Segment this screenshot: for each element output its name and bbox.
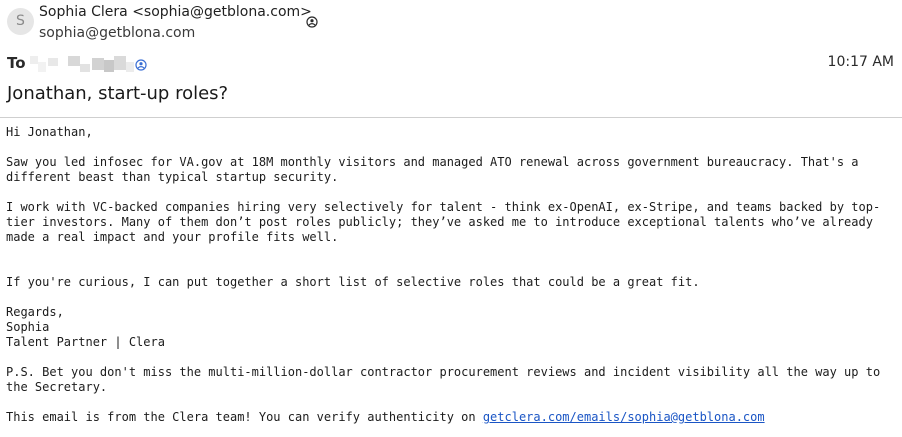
body-paragraph-2: I work with VC-backed companies hiring v… bbox=[6, 200, 881, 244]
body-paragraph-3: If you're curious, I can put together a … bbox=[6, 275, 700, 289]
signature-regards: Regards, bbox=[6, 305, 64, 319]
verification-link[interactable]: getclera.com/emails/sophia@getblona.com bbox=[483, 410, 765, 424]
recipient-redacted[interactable] bbox=[30, 54, 134, 74]
body-paragraph-1: Saw you led infosec for VA.gov at 18M mo… bbox=[6, 155, 859, 184]
sender-name[interactable]: Sophia Clera <sophia@getblona.com> bbox=[39, 4, 312, 20]
message-body: Hi Jonathan, Saw you led infosec for VA.… bbox=[6, 125, 896, 425]
sender-avatar[interactable]: S bbox=[7, 8, 34, 35]
signature-name: Sophia bbox=[6, 320, 50, 334]
footer-line: This email is from the Clera team! You c… bbox=[6, 410, 896, 425]
contact-icon[interactable] bbox=[135, 56, 147, 75]
postscript: P.S. Bet you don't miss the multi-millio… bbox=[6, 365, 881, 394]
greeting-text: Hi Jonathan, bbox=[6, 125, 93, 139]
to-label: To bbox=[7, 54, 26, 72]
message-subject: Jonathan, start-up roles? bbox=[7, 83, 229, 104]
footer-text: This email is from the Clera team! You c… bbox=[6, 410, 483, 424]
signature-title: Talent Partner | Clera bbox=[6, 335, 165, 349]
received-time: 10:17 AM bbox=[827, 54, 894, 70]
message-header: S Sophia Clera <sophia@getblona.com> sop… bbox=[0, 0, 902, 118]
person-circle-icon[interactable] bbox=[306, 13, 318, 32]
sender-address: sophia@getblona.com bbox=[39, 25, 196, 41]
